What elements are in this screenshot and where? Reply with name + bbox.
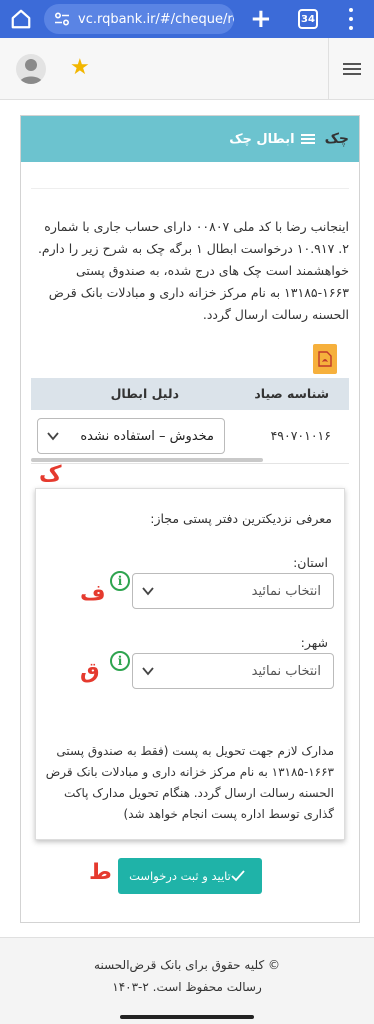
city-label: شهر: [300,635,328,650]
chevron-down-icon [47,432,59,441]
url-text: vc.rqbank.ir/#/cheque/re [78,11,234,27]
favorite-star-icon[interactable]: ★ [70,56,90,80]
site-settings-icon[interactable] [54,12,70,26]
postal-office-panel: معرفی نزدیکترین دفتر پستی مجاز: استان: ا… [35,488,345,840]
user-icon [19,59,43,84]
city-select[interactable]: انتخاب نمائید [132,653,334,689]
menu-button[interactable] [328,38,374,100]
annotation-mark-k: ک [39,462,62,487]
annotation-mark-f: ف [80,581,106,606]
info-icon[interactable]: i [110,571,130,591]
divider [31,188,349,189]
cancel-reason-value: مخدوش – استفاده نشده [80,428,214,444]
list-icon [300,134,315,144]
copyright-line-1: © کلیه حقوق برای بانک قرض‌الحسنه [94,958,280,972]
table-row-divider [31,463,349,464]
page-footer: © کلیه حقوق برای بانک قرض‌الحسنه رسالت م… [0,937,374,1024]
home-indicator[interactable] [120,1015,254,1019]
column-header-sayad-id: شناسه صیاد [254,386,329,401]
state-select-value: انتخاب نمائید [251,583,321,599]
sayad-id-cell: ۴۹۰۷۰۱۰۱۶ [270,428,331,443]
request-statement: اینجانب رضا با کد ملی ۰۰۸۰۷ دارای حساب ج… [37,219,349,322]
browser-toolbar: vc.rqbank.ir/#/cheque/re + 34 [0,0,374,38]
check-icon [231,870,245,882]
pdf-download-button[interactable] [313,344,337,374]
hamburger-icon [343,63,361,75]
state-select[interactable]: انتخاب نمائید [132,573,334,609]
annotation-mark-q: ق [80,659,100,684]
column-header-reason: دلیل ابطال [110,386,179,401]
new-tab-icon[interactable]: + [250,6,272,32]
address-bar[interactable]: vc.rqbank.ir/#/cheque/re [44,4,234,34]
horizontal-scrollbar[interactable] [31,458,263,462]
more-menu-icon[interactable] [348,8,354,30]
app-header: ★ [0,38,374,100]
table-header: شناسه صیاد دلیل ابطال [31,378,349,410]
city-select-value: انتخاب نمائید [251,663,321,679]
state-label: استان: [293,555,328,570]
tab-switcher-button[interactable]: 34 [298,9,318,29]
cheque-cancel-card: چک ابطال چک اینجانب رضا با کد ملی ۰۰۸۰۷ … [20,115,360,923]
pdf-icon [318,351,332,367]
breadcrumb-root[interactable]: چک [325,131,349,147]
card-header: چک ابطال چک [21,116,359,162]
submit-request-button[interactable]: تایید و ثبت درخواست [118,858,262,894]
page-title: ابطال چک [229,131,295,147]
chevron-down-icon [142,667,154,676]
postal-delivery-note: مدارک لازم جهت تحویل به پست (فقط به صندو… [45,744,334,821]
info-icon[interactable]: i [110,651,130,671]
postal-panel-title: معرفی نزدیکترین دفتر پستی مجاز: [150,511,332,526]
annotation-mark-t: ط [89,860,112,885]
cancel-reason-select[interactable]: مخدوش – استفاده نشده [37,418,225,454]
copyright-line-2: رسالت محفوظ است. ۲-۱۴۰۳ [112,980,262,994]
submit-request-label: تایید و ثبت درخواست [129,869,231,883]
avatar[interactable] [16,54,46,84]
chevron-down-icon [142,587,154,596]
home-icon[interactable] [10,8,32,30]
